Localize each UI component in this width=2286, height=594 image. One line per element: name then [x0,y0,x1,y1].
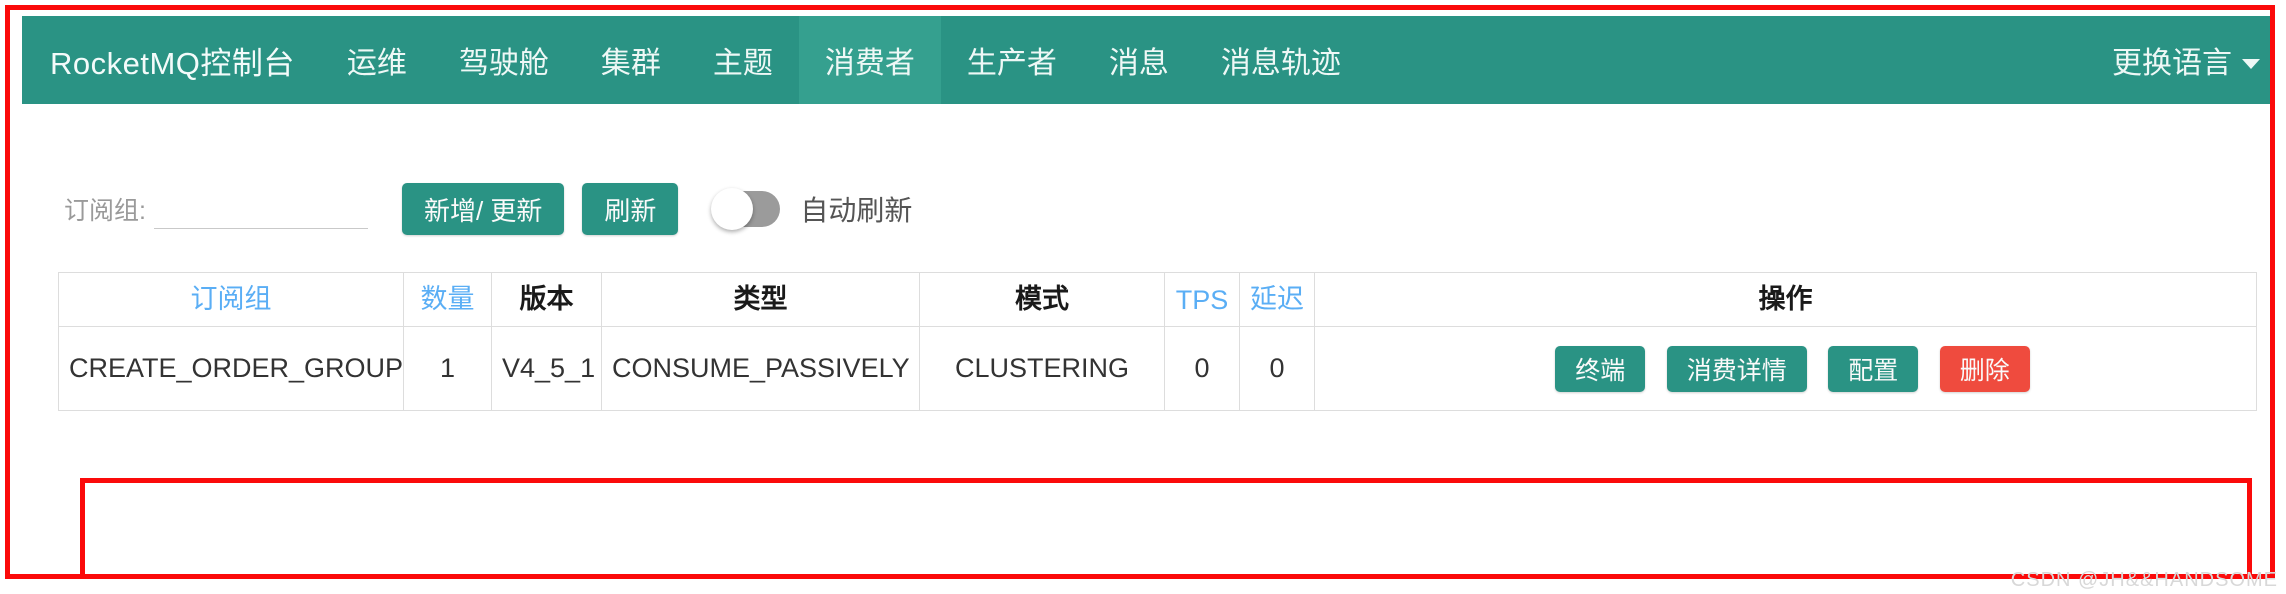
consumer-table: 订阅组 数量 版本 类型 模式 TPS 延迟 操作 CREATE_ORDER_G… [58,272,2257,411]
nav-item-consumer[interactable]: 消费者 [798,16,941,104]
nav-item-topic[interactable]: 主题 [687,16,799,104]
config-button[interactable]: 配置 [1828,345,1919,392]
delete-button[interactable]: 删除 [1939,345,2030,392]
auto-refresh-label: 自动刷新 [800,195,913,226]
table-header-row: 订阅组 数量 版本 类型 模式 TPS 延迟 操作 [58,272,2257,327]
cell-tps: 0 [1164,326,1240,411]
column-header-delay[interactable]: 延迟 [1239,272,1315,327]
subscription-group-input[interactable] [153,189,368,229]
column-header-group[interactable]: 订阅组 [58,272,404,327]
brand-logo[interactable]: RocketMQ控制台 [22,16,321,104]
cell-count: 1 [403,326,492,411]
subscription-group-label: 订阅组: [64,197,146,225]
cell-delay: 0 [1239,326,1315,411]
top-navbar: RocketMQ控制台 运维 驾驶舱 集群 主题 消费者 生产者 消息 消息轨迹… [22,16,2270,104]
add-update-button[interactable]: 新增/ 更新 [401,183,565,235]
page-content: RocketMQ控制台 运维 驾驶舱 集群 主题 消费者 生产者 消息 消息轨迹… [10,10,2270,574]
nav-item-cluster[interactable]: 集群 [575,16,687,104]
nav-item-producer[interactable]: 生产者 [941,16,1083,104]
column-header-actions: 操作 [1314,272,2257,327]
filter-toolbar: 订阅组: 新增/ 更新 刷新 自动刷新 [22,178,2270,240]
watermark: CSDN @JH&&HANDSOME [2010,569,2278,591]
consumer-table-body: CREATE_ORDER_GROUP 1 V4_5_1 CONSUME_PASS… [58,326,2257,411]
nav-item-ops[interactable]: 运维 [321,16,433,104]
terminal-button[interactable]: 终端 [1555,345,1646,392]
column-header-mode: 模式 [919,272,1165,327]
annotation-row-highlight [80,478,2252,574]
nav-item-message-trace[interactable]: 消息轨迹 [1195,16,1367,104]
column-header-version: 版本 [491,272,602,327]
consumer-table-container: 订阅组 数量 版本 类型 模式 TPS 延迟 操作 CREATE_ORDER_G… [58,272,2257,411]
cell-actions: 终端 消费详情 配置 删除 [1314,326,2257,411]
refresh-button[interactable]: 刷新 [582,183,679,235]
language-switcher-label: 更换语言 [2112,47,2232,80]
nav-item-dashboard[interactable]: 驾驶舱 [433,16,575,104]
cell-type: CONSUME_PASSIVELY [601,326,920,411]
annotation-outer-frame: RocketMQ控制台 运维 驾驶舱 集群 主题 消费者 生产者 消息 消息轨迹… [5,5,2275,579]
auto-refresh-toggle[interactable] [711,188,781,230]
navbar-spacer [1367,16,2092,104]
column-header-count[interactable]: 数量 [403,272,492,327]
cell-mode: CLUSTERING [919,326,1165,411]
language-switcher[interactable]: 更换语言 [2092,16,2270,104]
consumer-table-head: 订阅组 数量 版本 类型 模式 TPS 延迟 操作 [58,272,2257,327]
consume-detail-button[interactable]: 消费详情 [1666,345,1807,392]
table-row: CREATE_ORDER_GROUP 1 V4_5_1 CONSUME_PASS… [58,326,2257,411]
column-header-tps[interactable]: TPS [1164,272,1240,327]
chevron-down-icon [2242,59,2260,69]
nav-item-message[interactable]: 消息 [1083,16,1195,104]
cell-version: V4_5_1 [491,326,602,411]
cell-group: CREATE_ORDER_GROUP [58,326,404,411]
column-header-type: 类型 [601,272,920,327]
auto-refresh-toggle-knob [711,188,754,230]
